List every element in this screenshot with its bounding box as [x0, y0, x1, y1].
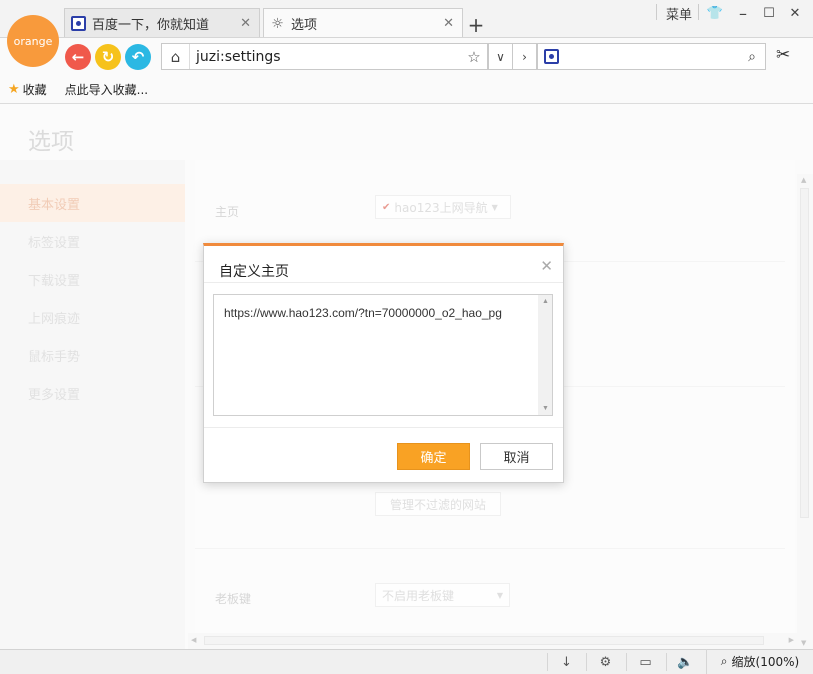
scissors-icon[interactable]: ✂	[776, 45, 790, 65]
menu-label: 菜单	[665, 7, 692, 23]
new-tab-button[interactable]: +	[463, 12, 489, 37]
close-window-button[interactable]: ✕	[782, 0, 808, 26]
home-icon[interactable]: ⌂	[162, 44, 190, 69]
undo-button[interactable]: ↶	[125, 44, 151, 70]
chevron-right-icon: ›	[522, 49, 527, 64]
logo-text: orange	[13, 34, 53, 48]
dialog-title: 自定义主页	[219, 264, 289, 280]
refresh-button[interactable]: ↻	[95, 44, 121, 70]
homepage-url-textarea[interactable]: https://www.hao123.com/?tn=70000000_o2_h…	[213, 294, 553, 416]
baidu-paw-icon	[71, 15, 86, 31]
refresh-icon: ↻	[101, 48, 115, 66]
search-input[interactable]	[564, 49, 739, 64]
tab-title: 选项	[291, 18, 318, 33]
browser-logo[interactable]: orange	[7, 15, 59, 67]
bookmark-bar: ★ 收藏 点此导入收藏...	[0, 75, 813, 104]
window-separator	[698, 4, 699, 20]
dropdown-button[interactable]: ∨	[488, 43, 513, 70]
divider	[204, 282, 563, 283]
chevron-down-icon: ∨	[496, 49, 505, 64]
forward-button[interactable]: ›	[512, 43, 537, 70]
back-button[interactable]: ←	[65, 44, 91, 70]
homepage-url-text: https://www.hao123.com/?tn=70000000_o2_h…	[224, 306, 502, 320]
search-box[interactable]: ⌕	[537, 43, 766, 70]
scroll-down-icon[interactable]: ▼	[542, 405, 549, 412]
textarea-scrollbar[interactable]: ▲ ▼	[538, 295, 552, 415]
scroll-up-icon[interactable]: ▲	[542, 298, 549, 305]
skin-shirt-icon[interactable]: 👕	[702, 0, 728, 26]
search-icon[interactable]: ⌕	[739, 49, 765, 65]
window-separator	[656, 4, 657, 20]
cancel-button[interactable]: 取消	[480, 443, 553, 470]
gear-icon[interactable]: ⚙	[586, 653, 624, 671]
close-icon[interactable]: ✕	[443, 16, 454, 31]
undo-icon: ↶	[131, 48, 145, 66]
tab-title: 百度一下，你就知道	[92, 17, 210, 33]
bookmark-import[interactable]: 点此导入收藏...	[65, 81, 148, 98]
download-icon[interactable]: ↓	[547, 653, 585, 671]
baidu-paw-icon[interactable]	[538, 44, 564, 69]
address-bar[interactable]: ⌂ juzi:settings ☆	[161, 43, 488, 70]
close-icon[interactable]: ✕	[540, 257, 553, 275]
star-icon: ★	[8, 81, 20, 97]
gear-icon: ☼	[271, 15, 284, 32]
ok-button[interactable]: 确定	[397, 443, 470, 470]
bookmark-favorites[interactable]: ★ 收藏	[8, 81, 47, 98]
screen-icon[interactable]: ▭	[626, 653, 664, 671]
arrow-left-icon: ←	[71, 48, 85, 66]
divider	[204, 427, 563, 428]
maximize-button[interactable]: ☐	[756, 0, 782, 26]
menu-button[interactable]: 菜单	[660, 0, 698, 26]
zoom-label: 缩放(100%)	[731, 655, 800, 669]
minimize-button[interactable]: –	[730, 0, 756, 26]
zoom-icon: ⌕	[720, 654, 728, 668]
tab-baidu[interactable]: 百度一下，你就知道 ✕	[64, 8, 260, 37]
address-url[interactable]: juzi:settings	[190, 49, 461, 65]
close-icon[interactable]: ✕	[240, 16, 251, 31]
volume-icon[interactable]: 🔈	[666, 653, 704, 671]
custom-homepage-dialog: 自定义主页 ✕ https://www.hao123.com/?tn=70000…	[203, 243, 564, 483]
star-icon[interactable]: ☆	[461, 48, 487, 66]
bookmark-label: 收藏	[22, 82, 47, 97]
zoom-control[interactable]: ⌕ 缩放(100%)	[706, 649, 813, 674]
bookmark-label: 点此导入收藏...	[64, 82, 149, 97]
tab-settings[interactable]: ☼ 选项 ✕	[263, 8, 463, 38]
